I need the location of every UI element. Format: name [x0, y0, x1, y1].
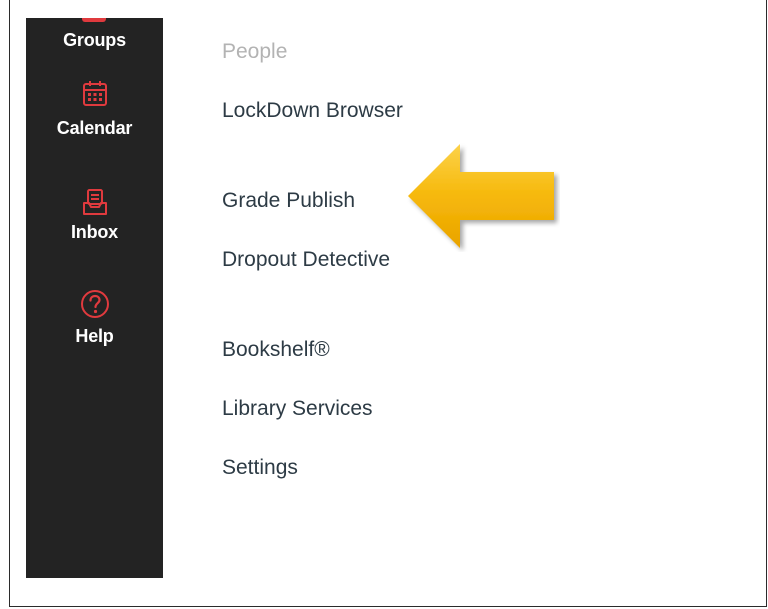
global-nav-inbox-label: Inbox: [71, 222, 118, 242]
global-nav-help-label: Help: [75, 326, 114, 346]
inbox-icon: [82, 188, 108, 216]
groups-icon[interactable]: [82, 18, 106, 22]
course-nav-lockdown-browser[interactable]: LockDown Browser: [222, 96, 422, 125]
course-nav-dropout-detective[interactable]: Dropout Detective: [222, 245, 422, 274]
callout-arrow-icon: [404, 140, 560, 252]
global-nav-groups[interactable]: Groups: [26, 30, 163, 51]
course-nav-people[interactable]: People: [222, 37, 422, 66]
course-nav-library-services[interactable]: Library Services: [222, 394, 422, 423]
global-nav-groups-label: Groups: [63, 30, 126, 50]
global-navigation: Groups Calendar Inbox Help: [26, 18, 163, 578]
course-nav-settings[interactable]: Settings: [222, 453, 422, 482]
global-nav-help[interactable]: Help: [26, 288, 163, 347]
calendar-icon: [82, 80, 108, 108]
global-nav-calendar-label: Calendar: [56, 118, 133, 138]
help-icon: [80, 288, 110, 320]
course-nav-grade-publish[interactable]: Grade Publish: [222, 186, 422, 215]
global-nav-calendar[interactable]: Calendar: [26, 80, 163, 139]
course-nav-bookshelf[interactable]: Bookshelf®: [222, 335, 422, 364]
global-nav-inbox[interactable]: Inbox: [26, 188, 163, 243]
